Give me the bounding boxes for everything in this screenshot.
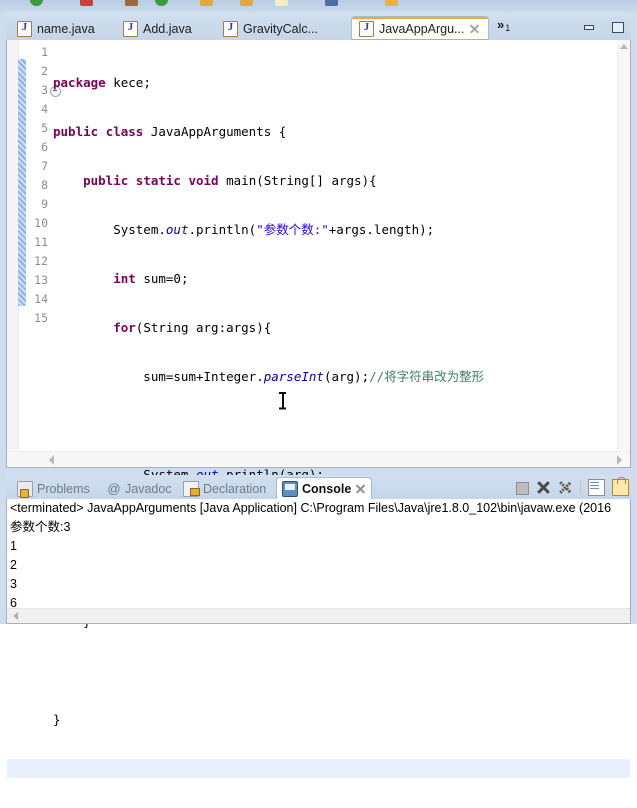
editor-line-numbers: 1 2 3 4 5 6 7 8 9 10 11 12 13 14 15 <box>26 40 61 450</box>
editor-tab-label: GravityCalc... <box>243 21 319 36</box>
console-horizontal-scrollbar[interactable] <box>7 608 630 623</box>
console-icon <box>282 480 298 497</box>
editor-part: name.java Add.java GravityCalc... JavaAp… <box>6 13 631 778</box>
console-line: 3 <box>10 577 17 591</box>
text-cursor-icon <box>279 392 286 409</box>
tab-label: Declaration <box>203 481 267 496</box>
line-number: 10 <box>34 216 48 230</box>
clear-console-icon[interactable] <box>588 478 605 496</box>
tab-javadoc[interactable]: @ Javadoc <box>102 478 177 499</box>
new-file-icon[interactable] <box>275 0 288 6</box>
overflow-count: 1 <box>505 23 511 33</box>
code-line: for(String arg:args){ <box>113 320 272 335</box>
line-number: 14 <box>34 292 48 306</box>
java-file-icon <box>359 20 374 37</box>
line-number: 7 <box>41 159 48 173</box>
console-line: 参数个数:3 <box>10 520 71 534</box>
editor-source-lines[interactable]: package kece; public class JavaAppArgume… <box>7 40 630 778</box>
editor-tab-label: JavaAppArgu... <box>379 21 465 36</box>
console-line: 1 <box>10 539 17 553</box>
javadoc-icon: @ <box>107 480 121 496</box>
code-line: } <box>53 712 61 727</box>
run-last-icon[interactable] <box>155 0 168 6</box>
console-output[interactable]: <terminated> JavaAppArguments [Java Appl… <box>6 499 631 624</box>
minimize-button[interactable] <box>582 21 598 35</box>
declaration-icon <box>183 480 200 497</box>
close-icon[interactable] <box>469 23 480 34</box>
open-folder-icon[interactable] <box>200 0 213 6</box>
eclipse-window: name.java Add.java GravityCalc... JavaAp… <box>0 0 637 778</box>
stop-icon[interactable] <box>80 0 93 6</box>
console-line: 2 <box>10 558 17 572</box>
console-part: Problems @ Javadoc Declaration Console <… <box>6 475 631 624</box>
console-tab-folder[interactable]: Problems @ Javadoc Declaration Console <box>6 475 631 499</box>
terminate-icon[interactable] <box>514 480 529 495</box>
editor-tab-label: Add.java <box>143 21 192 36</box>
scroll-left-icon[interactable] <box>13 612 18 620</box>
code-editor[interactable]: 1 2 3 4 5 6 7 8 9 10 11 12 13 14 15 pack… <box>6 40 631 778</box>
code-line-current[interactable] <box>7 759 630 778</box>
line-number: 11 <box>34 235 48 249</box>
editor-change-bar <box>18 59 26 306</box>
line-number: 9 <box>41 197 48 211</box>
console-toolbar[interactable] <box>514 476 629 497</box>
editor-tab-add-java[interactable]: Add.java <box>116 17 200 40</box>
remove-all-terminated-icon[interactable] <box>558 480 573 495</box>
editor-tab-name-java[interactable]: name.java <box>10 17 103 40</box>
problems-icon <box>17 480 33 498</box>
run-icon[interactable] <box>30 0 43 6</box>
line-number: 12 <box>34 254 48 268</box>
tab-declaration[interactable]: Declaration <box>178 478 271 499</box>
close-icon[interactable] <box>355 483 366 494</box>
editor-tab-javaappargu[interactable]: JavaAppArgu... <box>351 16 490 40</box>
code-line: System.out.println("参数个数:"+args.length); <box>53 222 435 237</box>
editor-horizontal-scrollbar[interactable] <box>7 451 630 467</box>
line-number: 1 <box>41 45 48 59</box>
line-number: 3 <box>26 81 61 100</box>
line-number: 6 <box>41 140 48 154</box>
maximize-button[interactable] <box>610 21 626 35</box>
code-line: public static void main(String[] args){ <box>83 173 377 188</box>
java-file-icon <box>17 20 32 37</box>
console-line: <terminated> JavaAppArguments [Java Appl… <box>10 501 612 515</box>
line-number: 2 <box>41 64 48 78</box>
code-line: sum=sum+Integer.parseInt(arg);//将字符串改为整形 <box>53 369 485 384</box>
tab-label: Problems <box>37 481 90 496</box>
editor-tab-overflow-button[interactable]: » 1 <box>497 17 510 33</box>
scroll-lock-icon[interactable] <box>612 476 629 496</box>
java-file-icon <box>223 20 238 37</box>
debug-icon[interactable] <box>125 0 138 6</box>
code-line: package kece; <box>53 75 151 90</box>
editor-tab-label: name.java <box>37 21 95 36</box>
line-number: 13 <box>34 273 48 287</box>
scroll-up-icon[interactable] <box>620 44 628 49</box>
tab-console[interactable]: Console <box>276 477 373 499</box>
line-number: 8 <box>41 178 48 192</box>
tab-problems[interactable]: Problems <box>12 478 95 499</box>
line-number: 4 <box>41 102 48 116</box>
remove-launch-icon[interactable] <box>536 480 551 495</box>
lock-icon[interactable] <box>385 0 398 6</box>
line-number: 5 <box>41 121 48 135</box>
editor-tab-gravitycalc[interactable]: GravityCalc... <box>216 17 326 40</box>
toolbar-separator <box>580 480 581 494</box>
folder-icon[interactable] <box>240 0 253 6</box>
editor-tab-folder[interactable]: name.java Add.java GravityCalc... JavaAp… <box>6 13 631 40</box>
scroll-right-icon[interactable] <box>617 455 622 465</box>
tab-label: Javadoc <box>125 481 172 496</box>
table-icon[interactable] <box>325 0 338 6</box>
tab-label: Console <box>302 481 352 496</box>
java-file-icon <box>123 20 138 37</box>
main-toolbar[interactable] <box>0 0 637 13</box>
line-number: 15 <box>34 311 48 325</box>
chevron-double-right-icon: » <box>497 17 505 32</box>
editor-vertical-scrollbar[interactable] <box>617 40 630 450</box>
code-line: int sum=0; <box>113 271 189 286</box>
scroll-left-icon[interactable] <box>49 455 54 465</box>
code-line: public class JavaAppArguments { <box>53 124 287 139</box>
